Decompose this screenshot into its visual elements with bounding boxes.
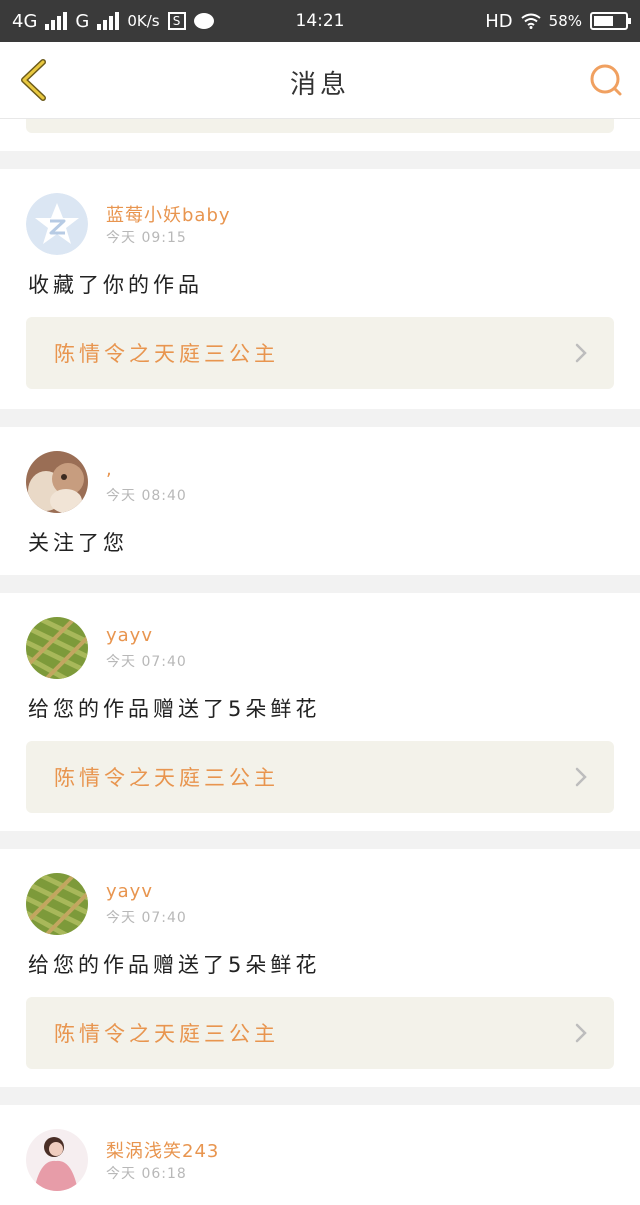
action-text: 收藏了你的作品 [28, 273, 203, 297]
work-card[interactable]: 陈情令之天庭三公主 [26, 741, 614, 813]
battery-percent: 58% [548, 12, 582, 30]
previous-item-remnant [0, 119, 640, 151]
avatar[interactable] [26, 617, 88, 679]
page-title: 消息 [289, 70, 350, 100]
username[interactable]: yayv [106, 881, 153, 902]
divider [0, 575, 640, 593]
timestamp: 今天 07:40 [106, 910, 187, 926]
wifi-icon [521, 13, 541, 29]
cat-photo-avatar-icon [26, 451, 88, 513]
previous-work-card[interactable] [26, 119, 614, 133]
timestamp: 今天 07:40 [106, 654, 187, 670]
s-app-icon: S [167, 12, 186, 30]
divider [0, 831, 640, 849]
network-speed: 0K/s [127, 12, 160, 30]
green-texture-avatar-icon [26, 873, 88, 935]
timestamp: 今天 06:18 [106, 1166, 187, 1182]
chevron-right-icon [575, 343, 587, 363]
battery-icon [590, 12, 631, 30]
status-bar: 4G G 0K/s S 14:21 HD 58% [0, 0, 640, 42]
work-card[interactable]: 陈情令之天庭三公主 [26, 317, 614, 389]
chevron-right-icon [575, 767, 587, 787]
chevron-right-icon [575, 1023, 587, 1043]
default-star-avatar-icon [26, 193, 88, 255]
divider [0, 1087, 640, 1105]
message-item[interactable]: , 今天 08:40 关注了您 [0, 427, 640, 575]
username[interactable]: yayv [106, 625, 153, 646]
username[interactable]: 梨涡浅笑243 [106, 1137, 219, 1163]
message-item[interactable]: yayv 今天 07:40 给您的作品赠送了5朵鲜花 陈情令之天庭三公主 [0, 593, 640, 831]
avatar[interactable] [26, 451, 88, 513]
timestamp: 今天 08:40 [106, 488, 187, 504]
action-text: 给您的作品赠送了5朵鲜花 [28, 697, 321, 721]
work-title: 陈情令之天庭三公主 [54, 1022, 279, 1046]
message-item[interactable]: yayv 今天 07:40 给您的作品赠送了5朵鲜花 陈情令之天庭三公主 [0, 849, 640, 1087]
divider [0, 409, 640, 427]
network-label-4g: 4G [12, 10, 38, 32]
girl-photo-avatar-icon [26, 1129, 88, 1191]
message-item[interactable]: 梨涡浅笑243 今天 06:18 [0, 1105, 640, 1205]
work-title: 陈情令之天庭三公主 [54, 342, 279, 366]
username[interactable]: , [106, 459, 113, 480]
username[interactable]: 蓝莓小妖baby [106, 201, 231, 227]
avatar[interactable] [26, 873, 88, 935]
work-title: 陈情令之天庭三公主 [54, 766, 279, 790]
hd-label: HD [485, 10, 513, 32]
work-card[interactable]: 陈情令之天庭三公主 [26, 997, 614, 1069]
network-label-g: G [75, 10, 90, 32]
chat-icon [193, 13, 214, 29]
signal-icon-2 [97, 12, 120, 30]
avatar[interactable] [26, 1129, 88, 1191]
green-texture-avatar-icon [26, 617, 88, 679]
message-feed: 蓝莓小妖baby 今天 09:15 收藏了你的作品 陈情令之天庭三公主 , 今天… [0, 119, 640, 1205]
signal-icon [45, 12, 68, 30]
action-text: 给您的作品赠送了5朵鲜花 [28, 953, 321, 977]
message-item[interactable]: 蓝莓小妖baby 今天 09:15 收藏了你的作品 陈情令之天庭三公主 [0, 169, 640, 409]
divider [0, 151, 640, 169]
action-text: 关注了您 [28, 531, 128, 555]
avatar[interactable] [26, 193, 88, 255]
timestamp: 今天 09:15 [106, 230, 187, 246]
search-icon[interactable] [588, 62, 624, 98]
nav-bar: 消息 [0, 42, 640, 119]
